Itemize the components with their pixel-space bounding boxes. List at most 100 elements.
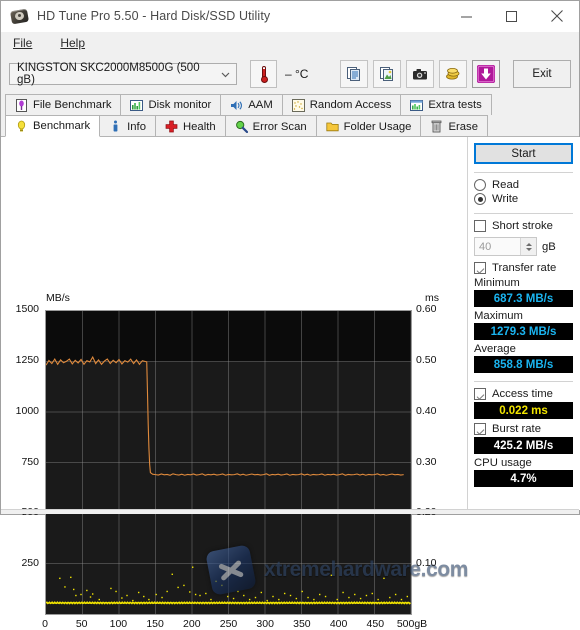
tab-folder-usage-label: Folder Usage: [344, 121, 412, 133]
y2-tick-label: 0.60: [416, 303, 450, 315]
close-icon[interactable]: [534, 1, 579, 31]
y-tick-label: 1000: [5, 405, 39, 417]
tab-row-upper: File Benchmark Disk monitor AAM: [5, 94, 579, 115]
checkbox-access-time-indicator: [474, 388, 486, 400]
tab-aam[interactable]: AAM: [220, 94, 282, 115]
y-tick-label: 250: [5, 557, 39, 569]
benchmark-chart: MB/s ms xtremehardware.com 2505007501000…: [1, 137, 463, 510]
tab-file-benchmark-label: File Benchmark: [33, 99, 111, 111]
tabs: File Benchmark Disk monitor AAM: [1, 94, 579, 136]
maximum-value: 1279.3 MB/s: [491, 326, 557, 338]
checkbox-transfer-rate[interactable]: Transfer rate: [474, 262, 573, 274]
start-button[interactable]: Start: [474, 143, 573, 164]
menu-help-label: Help: [60, 36, 85, 50]
tab-info[interactable]: Info: [99, 115, 156, 137]
tab-folder-usage[interactable]: Folder Usage: [316, 115, 422, 137]
thermometer-icon[interactable]: [250, 60, 277, 88]
window-title: HD Tune Pro 5.50 - Hard Disk/SSD Utility: [37, 9, 270, 23]
minimum-label: Minimum: [474, 277, 573, 289]
health-cross-icon: [165, 120, 178, 133]
tab-erase[interactable]: Erase: [420, 115, 488, 137]
benchmark-content: MB/s ms xtremehardware.com 2505007501000…: [1, 136, 579, 510]
stepper-down-icon[interactable]: [526, 248, 532, 251]
tab-info-label: Info: [127, 121, 146, 133]
toolbar: KINGSTON SKC2000M8500G (500 gB) – °C: [1, 54, 579, 94]
status-bar: [1, 509, 579, 514]
y2-tick-label: 0.50: [416, 354, 450, 366]
drive-select-value: KINGSTON SKC2000M8500G (500 gB): [17, 62, 220, 86]
plot-area: xtremehardware.com: [45, 310, 412, 615]
tab-benchmark[interactable]: Benchmark: [5, 115, 100, 137]
temperature-group: – °C: [250, 60, 308, 88]
minimum-value: 687.3 MB/s: [494, 293, 553, 305]
copy-text-icon[interactable]: [340, 60, 368, 88]
divider: [474, 381, 573, 382]
x-tick-label: 450: [355, 618, 395, 630]
y-tick-label: 1250: [5, 354, 39, 366]
checkbox-burst-rate-indicator: [474, 423, 486, 435]
gold-coins-icon[interactable]: [439, 60, 467, 88]
drive-select[interactable]: KINGSTON SKC2000M8500G (500 gB): [9, 63, 237, 85]
y-tick-label: 1500: [5, 303, 39, 315]
maximum-label: Maximum: [474, 310, 573, 322]
tab-health-label: Health: [183, 121, 216, 133]
plot-svg: [46, 311, 411, 614]
x-tick-label: 250: [209, 618, 249, 630]
tab-health[interactable]: Health: [155, 115, 226, 137]
burst-rate-value: 425.2 MB/s: [494, 440, 553, 452]
copy-image-icon[interactable]: [373, 60, 401, 88]
menu-file[interactable]: File: [10, 35, 35, 51]
file-benchmark-icon: [15, 99, 28, 112]
radio-read-label: Read: [492, 179, 519, 191]
tab-random-access[interactable]: Random Access: [282, 94, 402, 115]
screenshot-camera-icon[interactable]: [406, 60, 434, 88]
maximize-icon[interactable]: [489, 1, 534, 31]
y2-tick-label: 0.30: [416, 456, 450, 468]
exit-button[interactable]: Exit: [513, 60, 571, 88]
tab-extra-tests-label: Extra tests: [428, 99, 481, 111]
download-arrow-icon[interactable]: [472, 60, 500, 88]
tab-random-access-label: Random Access: [310, 99, 392, 111]
menu-help[interactable]: Help: [57, 35, 88, 51]
radio-read[interactable]: Read: [474, 179, 573, 191]
checkbox-short-stroke[interactable]: Short stroke: [474, 220, 573, 232]
checkbox-short-stroke-label: Short stroke: [492, 220, 553, 232]
short-stroke-value: 40: [475, 241, 491, 253]
chevron-down-icon: [220, 69, 231, 80]
x-tick-label: 500gB: [392, 618, 432, 630]
radio-write-label: Write: [492, 193, 518, 205]
burst-rate-box: 425.2 MB/s: [474, 437, 573, 454]
checkbox-burst-rate[interactable]: Burst rate: [474, 423, 573, 435]
checkbox-burst-rate-label: Burst rate: [492, 423, 541, 435]
tab-extra-tests[interactable]: Extra tests: [400, 94, 491, 115]
stepper-up-icon[interactable]: [526, 243, 532, 246]
x-tick-label: 0: [25, 618, 65, 630]
checkbox-access-time-label: Access time: [492, 388, 553, 400]
tab-file-benchmark[interactable]: File Benchmark: [5, 94, 121, 115]
stepper-buttons[interactable]: [520, 238, 536, 255]
radio-write[interactable]: Write: [474, 193, 573, 205]
panel-divider: [467, 137, 468, 510]
speaker-icon: [230, 99, 243, 112]
tab-disk-monitor-label: Disk monitor: [148, 99, 211, 111]
access-time-box: 0.022 ms: [474, 402, 573, 419]
x-tick-label: 200: [172, 618, 212, 630]
window-controls: [444, 1, 579, 31]
title-bar: HD Tune Pro 5.50 - Hard Disk/SSD Utility: [1, 1, 579, 32]
cpu-usage-label: CPU usage: [474, 457, 573, 469]
results-panel: Start Read Write Short stroke: [467, 137, 580, 510]
tab-error-scan[interactable]: Error Scan: [225, 115, 317, 137]
tab-error-scan-label: Error Scan: [253, 121, 307, 133]
divider: [474, 172, 573, 173]
tab-benchmark-label: Benchmark: [33, 120, 90, 132]
average-box: 858.8 MB/s: [474, 356, 573, 373]
y2-tick-label: 0.40: [416, 405, 450, 417]
checkbox-access-time[interactable]: Access time: [474, 388, 573, 400]
y-axis-label: MB/s: [46, 292, 70, 304]
tab-disk-monitor[interactable]: Disk monitor: [120, 94, 221, 115]
radio-write-indicator: [474, 193, 486, 205]
info-icon: [109, 120, 122, 133]
minimize-icon[interactable]: [444, 1, 489, 31]
short-stroke-stepper[interactable]: 40: [474, 237, 537, 256]
cpu-usage-value: 4.7%: [510, 473, 536, 485]
